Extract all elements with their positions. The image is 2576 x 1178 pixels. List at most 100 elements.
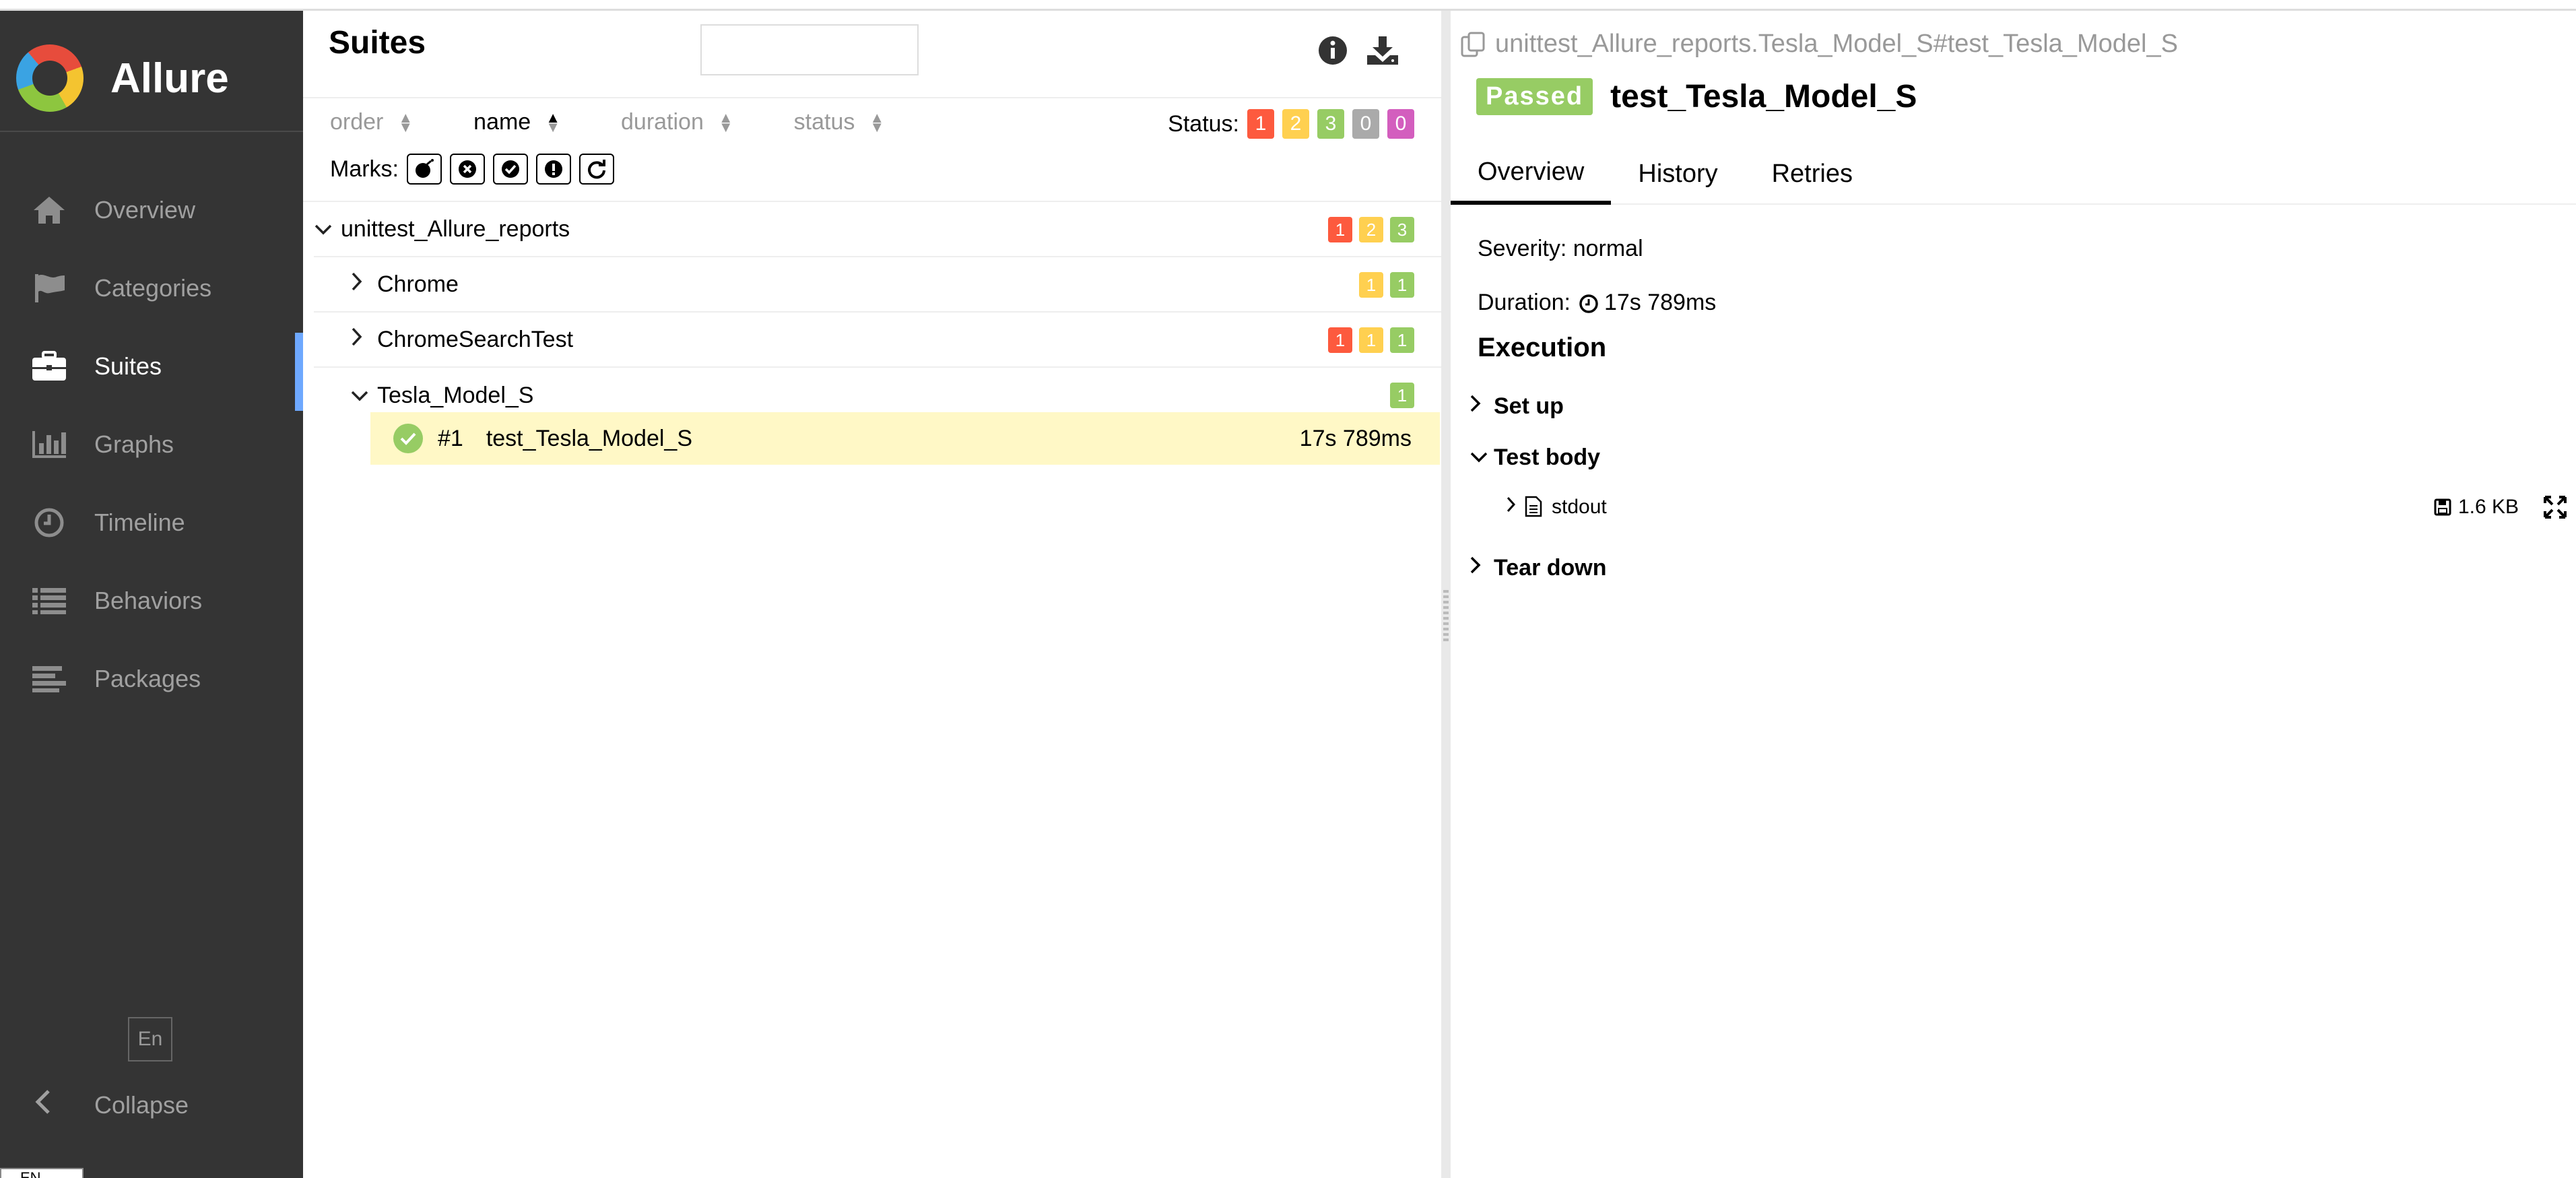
sort-by-duration[interactable]: duration ▲ ▼ [621,109,733,135]
retries-icon[interactable] [579,154,614,185]
tree-node-label: ChromeSearchTest [377,326,574,352]
attachment-name: stdout [1552,496,1607,518]
tree-node-chromesearchtest[interactable]: ChromeSearchTest 1 1 1 [314,313,1441,368]
sidebar-item-overview[interactable]: Overview [0,171,303,249]
attachment-size-value: 1.6 KB [2457,496,2519,518]
test-tabs: Overview History Retries [1451,143,2576,205]
section-setup[interactable]: Set up [1469,393,1564,420]
count-passed: 1 [1390,327,1414,353]
count-passed: 1 [1390,383,1414,408]
tab-history[interactable]: History [1611,143,1744,205]
test-number: #1 [438,425,463,451]
status-filter-label: Status: [1168,110,1239,137]
section-test-body[interactable]: Test body [1469,445,1600,471]
locale-chip[interactable]: EN [0,1168,84,1178]
sidebar-item-behaviors[interactable]: Behaviors [0,562,303,640]
sort-label: name [473,109,531,135]
status-filter-skipped[interactable]: 0 [1352,109,1379,139]
sidebar-item-label: Suites [94,352,162,380]
brand[interactable]: Allure [16,38,229,119]
status-badge: Passed [1476,78,1593,115]
count-failed: 1 [1328,217,1352,242]
tree-node-root[interactable]: unittest_Allure_reports 1 2 3 [314,202,1441,257]
test-full-path: unittest_Allure_reports.Tesla_Model_S#te… [1460,30,2178,59]
section-teardown[interactable]: Tear down [1469,555,1607,581]
tree-node-chrome[interactable]: Chrome 1 1 [314,257,1441,313]
stopwatch-icon [1579,293,1599,313]
count-broken: 1 [1359,327,1383,353]
language-button[interactable]: En [128,1017,172,1061]
section-label: Set up [1494,393,1564,419]
tab-retries[interactable]: Retries [1745,143,1880,205]
section-label: Test body [1494,445,1601,470]
collapse-label: Collapse [94,1091,189,1119]
count-passed: 3 [1390,217,1414,242]
chevron-left-icon [34,1088,61,1122]
sidebar: Allure Overview Categories Suites Graphs… [0,11,303,1178]
copy-icon[interactable] [1460,31,1487,58]
tree-node-counts: 1 2 3 [1321,202,1414,257]
drag-handle-icon [1443,590,1449,644]
sidebar-item-label: Categories [94,274,212,302]
count-failed: 1 [1328,327,1352,353]
list-icon [31,583,67,619]
marks-label: Marks: [330,156,399,182]
download-icon[interactable] [1366,35,1398,66]
test-title: test_Tesla_Model_S [1610,79,1917,114]
sidebar-item-timeline[interactable]: Timeline [0,484,303,562]
info-icon[interactable] [1317,35,1348,66]
test-header: Passed test_Tesla_Model_S [1476,78,1917,115]
flaky-bomb-icon[interactable] [407,154,442,185]
status-filter-broken[interactable]: 2 [1282,109,1309,139]
sidebar-item-categories[interactable]: Categories [0,249,303,327]
tab-overview[interactable]: Overview [1451,143,1612,205]
chevron-right-icon [1506,496,1525,519]
collapse-button[interactable]: Collapse [34,1088,189,1122]
test-details-pane: unittest_Allure_reports.Tesla_Model_S#te… [1451,11,2576,1178]
sidebar-item-suites[interactable]: Suites [0,327,303,411]
new-failed-icon[interactable] [450,154,485,185]
count-broken: 2 [1359,217,1383,242]
tree-node-label: Tesla_Model_S [377,382,534,408]
test-row-selected[interactable]: #1 test_Tesla_Model_S 17s 789ms [370,412,1440,465]
sidebar-item-packages[interactable]: Packages [0,640,303,718]
new-passed-icon[interactable] [493,154,528,185]
suites-tree: unittest_Allure_reports 1 2 3 Chrome 1 1 [314,202,1441,423]
chevron-down-icon [1469,445,1494,471]
status-filter-passed[interactable]: 3 [1317,109,1344,139]
status-filter-failed[interactable]: 1 [1247,109,1274,139]
attachment-row[interactable]: stdout 1.6 KB [1506,490,2570,524]
sort-by-order[interactable]: order ▲ ▼ [330,109,413,135]
flag-icon [31,270,67,306]
top-border [0,0,2576,11]
sort-icon: ▲ ▼ [546,108,560,135]
pane-splitter[interactable] [1441,11,1451,1178]
chevron-down-icon [314,216,341,242]
document-icon [1525,496,1544,519]
page-title: Suites [329,25,426,61]
duration-value: 17s 789ms [1604,290,1717,315]
severity-field: Severity: normal [1478,236,1643,261]
sort-label: duration [621,109,704,135]
count-broken: 1 [1359,272,1383,298]
divider [303,97,1441,98]
new-broken-icon[interactable] [536,154,571,185]
sort-by-name[interactable]: name ▲ ▼ [473,109,560,135]
duration-label: Duration: [1478,290,1571,315]
status-filter-unknown[interactable]: 0 [1387,109,1414,139]
expand-icon[interactable] [2543,495,2567,519]
align-left-icon [31,661,67,697]
allure-logo-icon [16,44,84,112]
sort-by-status[interactable]: status ▲ ▼ [794,109,885,135]
search-input[interactable] [700,24,919,75]
status-filter: Status: 1 2 3 0 0 [1168,109,1414,139]
chevron-right-icon [350,327,377,353]
allure-report-app: Allure Overview Categories Suites Graphs… [0,0,2576,1178]
chevron-right-icon [350,271,377,298]
execution-heading: Execution [1478,333,1607,362]
sort-icon: ▲ ▼ [869,108,885,135]
tree-node-counts: 1 1 [1352,257,1414,313]
count-passed: 1 [1390,272,1414,298]
sidebar-item-label: Packages [94,665,201,692]
sidebar-item-graphs[interactable]: Graphs [0,405,303,484]
